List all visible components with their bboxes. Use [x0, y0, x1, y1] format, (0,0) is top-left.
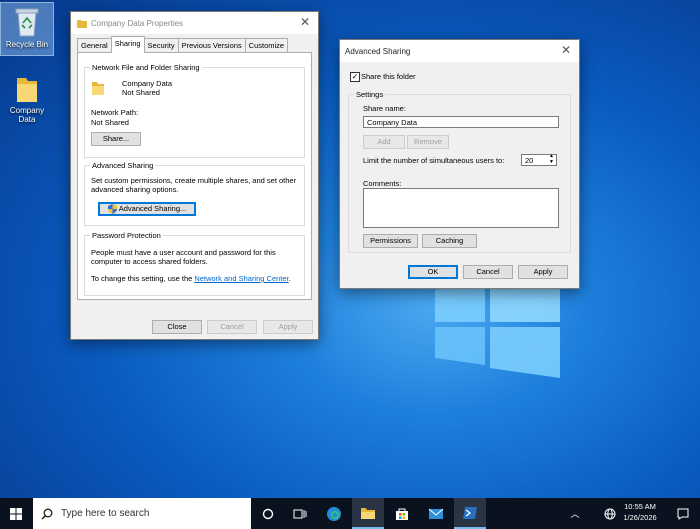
comments-label: Comments: [363, 179, 402, 188]
chevron-up-icon: ︿ [570, 509, 580, 519]
add-button[interactable]: Add [363, 135, 405, 149]
edge-icon [327, 506, 341, 521]
tab-security[interactable]: Security [143, 38, 179, 53]
folder-name: Company Data [122, 79, 173, 88]
cortana-icon [262, 508, 274, 519]
password-protection-text-suffix: . [288, 274, 291, 283]
properties-titlebar[interactable]: Company Data Properties ✕ [71, 12, 318, 34]
network-sharing-center-link[interactable]: Network and Sharing Center [194, 274, 288, 283]
sharing-tab-panel: Network File and Folder Sharing Company … [77, 52, 312, 300]
start-button[interactable] [0, 498, 32, 529]
close-icon[interactable]: ✕ [298, 15, 312, 29]
advanced-sharing-button-label: Advanced Sharing... [118, 204, 187, 213]
advanced-sharing-description-2: advanced sharing options. [91, 185, 179, 194]
search-icon [41, 508, 53, 520]
network-path-label: Network Path: [91, 108, 139, 117]
properties-dialog: Company Data Properties ✕ General Sharin… [70, 11, 319, 340]
settings-group-title: Settings [354, 90, 386, 99]
limit-users-spinner[interactable]: ▲ ▼ [548, 153, 557, 166]
taskbar-edge[interactable] [318, 498, 350, 529]
share-this-folder-label[interactable]: Share this folder [361, 72, 416, 81]
windows-start-icon [10, 507, 22, 520]
clock-time: 10:55 AM [624, 502, 656, 511]
apply-button[interactable]: Apply [263, 320, 313, 334]
password-protection-group: Password Protection People must have a u… [84, 231, 305, 296]
folder-icon [92, 82, 104, 95]
desktop-icon-recycle-bin[interactable]: Recycle Bin [0, 2, 54, 56]
taskbar-search-box[interactable]: Type here to search [33, 498, 251, 529]
network-sharing-group-title: Network File and Folder Sharing [90, 63, 202, 72]
tab-customize[interactable]: Customize [244, 38, 289, 53]
recycle-bin-icon [15, 8, 39, 37]
password-protection-text-1: People must have a user account and pass… [91, 248, 276, 257]
password-protection-text-3: To change this setting, use the Network … [91, 274, 291, 283]
share-name-input[interactable]: Company Data [363, 116, 559, 128]
password-protection-text-2: computer to access shared folders. [91, 257, 208, 266]
taskbar-mail[interactable] [420, 498, 452, 529]
powershell-icon [463, 506, 477, 519]
tab-sharing[interactable]: Sharing [110, 36, 145, 53]
clock[interactable]: 10:55 AM 1/26/2026 [618, 502, 662, 526]
comments-textarea[interactable] [363, 188, 559, 228]
remove-button[interactable]: Remove [407, 135, 449, 149]
notification-icon [677, 508, 689, 520]
taskbar-powershell[interactable] [454, 498, 486, 529]
permissions-button[interactable]: Permissions [363, 234, 418, 248]
desktop-icon-company-data[interactable]: Company Data [1, 74, 53, 126]
search-placeholder: Type here to search [61, 508, 150, 519]
share-button[interactable]: Share... [91, 132, 141, 146]
advanced-sharing-button[interactable]: Advanced Sharing... [98, 202, 196, 216]
company-data-label: Company Data [9, 106, 45, 124]
folder-share-status: Not Shared [122, 88, 160, 97]
advanced-sharing-group-title: Advanced Sharing [90, 161, 156, 170]
share-this-folder-checkbox[interactable]: ✓ [350, 72, 360, 82]
taskbar: Type here to search ︿ 10:55 AM 1/26/2026 [0, 498, 700, 529]
file-explorer-icon [361, 507, 375, 519]
advanced-sharing-dialog: Advanced Sharing ✕ ✓ Share this folder S… [339, 39, 580, 289]
settings-group: Settings Share name: Company Data Add Re… [348, 90, 571, 253]
tab-general[interactable]: General [77, 38, 112, 53]
cancel-button[interactable]: Cancel [207, 320, 257, 334]
password-protection-group-title: Password Protection [90, 231, 163, 240]
taskbar-file-explorer[interactable] [352, 498, 384, 529]
notification-center-button[interactable] [668, 498, 698, 529]
network-sharing-group: Network File and Folder Sharing Company … [84, 63, 305, 158]
password-protection-text-prefix: To change this setting, use the [91, 274, 195, 283]
advanced-sharing-description-1: Set custom permissions, create multiple … [91, 176, 297, 185]
taskbar-store[interactable] [386, 498, 418, 529]
close-icon[interactable]: ✕ [559, 43, 573, 57]
chevron-down-icon[interactable]: ▼ [549, 159, 554, 165]
globe-icon [604, 508, 616, 519]
advanced-sharing-titlebar[interactable]: Advanced Sharing ✕ [340, 40, 579, 62]
mail-icon [428, 508, 444, 519]
limit-users-input[interactable]: 20 [521, 154, 549, 166]
shield-icon [107, 204, 117, 214]
clock-date: 1/26/2026 [623, 513, 657, 522]
recycle-bin-label: Recycle Bin [5, 40, 49, 49]
limit-users-label: Limit the number of simultaneous users t… [363, 156, 505, 165]
advanced-sharing-group: Advanced Sharing Set custom permissions,… [84, 161, 305, 226]
folder-icon [17, 78, 37, 102]
caching-button[interactable]: Caching [422, 234, 477, 248]
close-button[interactable]: Close [152, 320, 202, 334]
cancel-button[interactable]: Cancel [463, 265, 513, 279]
tab-previous-versions[interactable]: Previous Versions [177, 38, 246, 53]
store-icon [396, 508, 408, 520]
advanced-sharing-title: Advanced Sharing [345, 46, 411, 56]
apply-button[interactable]: Apply [518, 265, 568, 279]
task-view-button[interactable] [284, 498, 316, 529]
ok-button[interactable]: OK [408, 265, 458, 279]
task-view-icon [293, 509, 307, 518]
show-hidden-icons-button[interactable]: ︿ [563, 498, 587, 529]
share-name-label: Share name: [363, 104, 406, 113]
properties-title: Company Data Properties [91, 18, 184, 28]
folder-icon [77, 19, 87, 28]
cortana-button[interactable] [252, 498, 284, 529]
network-path-value: Not Shared [91, 118, 129, 127]
